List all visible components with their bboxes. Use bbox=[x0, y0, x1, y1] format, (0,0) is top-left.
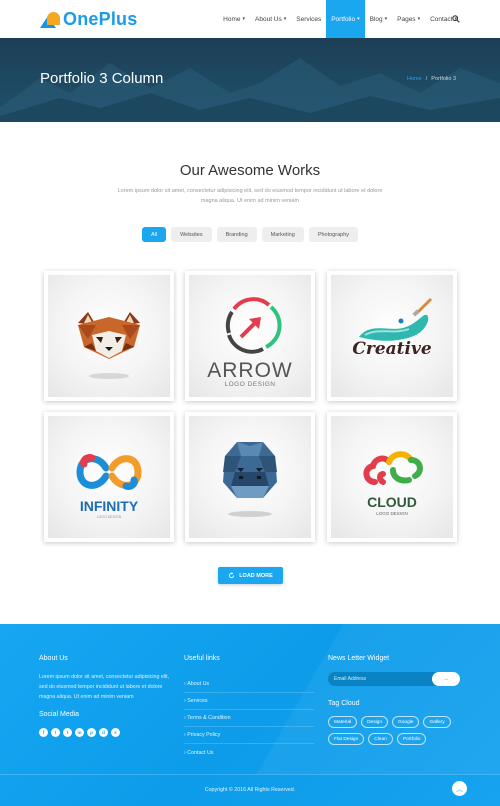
copyright-text: Copyright © 2016 All Rights Reserved. bbox=[204, 787, 296, 793]
nav-item-pages[interactable]: Pages ▾ bbox=[392, 0, 425, 38]
page-banner: Portfolio 3 Column Home / Portfolio 3 bbox=[0, 38, 500, 122]
footer-link-about-us[interactable]: › About Us bbox=[184, 676, 314, 693]
nav-item-blog[interactable]: Blog ▾ bbox=[365, 0, 393, 38]
breadcrumb: Home / Portfolio 3 bbox=[407, 76, 456, 82]
portfolio-item-red-panda[interactable] bbox=[44, 271, 174, 401]
logo[interactable]: OnePlus bbox=[40, 9, 137, 30]
tag-google[interactable]: Google bbox=[392, 716, 420, 728]
footer-about-title: About Us bbox=[39, 655, 68, 662]
search-icon[interactable] bbox=[452, 15, 460, 23]
footer-social-title: Social Media bbox=[39, 711, 80, 718]
footer-link-terms[interactable]: › Terms & Condition bbox=[184, 710, 314, 727]
tag-design[interactable]: Design bbox=[361, 716, 388, 728]
section-description: Lorem ipsum dolor sit amet, consectetur … bbox=[117, 188, 383, 204]
breadcrumb-home-link[interactable]: Home bbox=[407, 76, 422, 82]
portfolio-item-arrow-logo[interactable]: ARROW LOGO DESIGN bbox=[185, 271, 315, 401]
caret-down-icon: ▾ bbox=[242, 16, 246, 22]
breadcrumb-separator: / bbox=[425, 76, 428, 82]
arrow-logo-sub: LOGO DESIGN bbox=[224, 381, 276, 388]
breadcrumb-current: Portfolio 3 bbox=[431, 76, 456, 82]
footer-link-contact[interactable]: › Contact Us bbox=[184, 744, 314, 761]
site-header: OnePlus Home ▾ About Us ▾ Services Portfol… bbox=[0, 0, 500, 38]
portfolio-item-polygon-hippo[interactable] bbox=[185, 412, 315, 542]
tag-clean[interactable]: Clean bbox=[368, 733, 393, 745]
pinterest-icon[interactable]: p bbox=[87, 728, 96, 737]
filter-all[interactable]: All bbox=[141, 227, 167, 242]
footer-link-services[interactable]: › Services bbox=[184, 693, 314, 710]
filter-branding[interactable]: Branding bbox=[216, 227, 257, 242]
footer-link-privacy[interactable]: › Privacy Policy bbox=[184, 727, 314, 744]
infinity-logo-image bbox=[76, 454, 142, 490]
footer-about-text: Lorem ipsum dolor sit amet, consectetur … bbox=[39, 674, 170, 700]
tag-portfolio[interactable]: Portfolio bbox=[396, 733, 427, 745]
portfolio-item-infinity-logo[interactable]: INFINITY LOGO DESIGN bbox=[44, 412, 174, 542]
skype-icon[interactable]: s bbox=[111, 728, 120, 737]
nav-item-home[interactable]: Home ▾ bbox=[218, 0, 250, 38]
footer-links-list: › About Us › Services › Terms & Conditio… bbox=[184, 676, 314, 761]
portfolio-filters: All Websites Branding Marketing Photogra… bbox=[0, 227, 500, 242]
caret-down-icon: ▾ bbox=[384, 16, 388, 22]
main-nav: Home ▾ About Us ▾ Services Portfolio ▾ Blog… bbox=[218, 0, 462, 38]
newsletter-submit-button[interactable]: → bbox=[432, 672, 460, 686]
cloud-logo-image bbox=[363, 451, 423, 485]
caret-down-icon: ▾ bbox=[283, 16, 287, 22]
tag-material[interactable]: Material bbox=[328, 716, 358, 728]
portfolio-item-cloud-logo[interactable]: CLOUD LOGO DESIGN bbox=[327, 412, 457, 542]
section-title: Our Awesome Works bbox=[179, 162, 321, 179]
logo-mark-icon bbox=[40, 11, 60, 28]
infinity-logo-word: INFINITY bbox=[79, 498, 139, 514]
nav-item-services[interactable]: Services bbox=[291, 0, 326, 38]
cloud-logo-word: CLOUD bbox=[367, 494, 417, 510]
footer-divider bbox=[0, 774, 500, 775]
caret-down-icon: ▾ bbox=[417, 16, 421, 22]
footer-newsletter-title: News Letter Widget bbox=[328, 655, 390, 662]
tumblr-icon[interactable]: t bbox=[63, 728, 72, 737]
twitter-icon[interactable]: t bbox=[51, 728, 60, 737]
filter-websites[interactable]: Websites bbox=[171, 227, 212, 242]
dribbble-icon[interactable]: d bbox=[99, 728, 108, 737]
footer-tags-title: Tag Cloud bbox=[328, 700, 360, 707]
red-panda-image bbox=[78, 312, 140, 379]
tag-gallery[interactable]: Gallery bbox=[423, 716, 451, 728]
facebook-icon[interactable]: f bbox=[39, 728, 48, 737]
refresh-icon bbox=[229, 572, 235, 579]
newsletter-email-input[interactable] bbox=[334, 674, 429, 684]
creative-logo-word: Creative bbox=[352, 339, 432, 359]
logo-text: OnePlus bbox=[63, 9, 138, 29]
polygon-hippo-image bbox=[223, 442, 277, 517]
arrow-logo-word: ARROW bbox=[207, 359, 293, 382]
caret-down-icon: ▾ bbox=[357, 16, 360, 22]
nav-item-about-us[interactable]: About Us ▾ bbox=[250, 0, 291, 38]
social-icons: f t t in p d s bbox=[39, 728, 120, 737]
load-more-label: LOAD MORE bbox=[239, 572, 273, 579]
load-more-button[interactable]: LOAD MORE bbox=[218, 567, 283, 584]
portfolio-item-creative-logo[interactable]: Creative bbox=[327, 271, 457, 401]
footer-links-title: Useful links bbox=[184, 655, 220, 662]
linkedin-icon[interactable]: in bbox=[75, 728, 84, 737]
newsletter-form: → bbox=[328, 672, 460, 686]
filter-photography[interactable]: Photography bbox=[308, 227, 359, 242]
tag-flat-design[interactable]: Flat Design bbox=[328, 733, 365, 745]
infinity-logo-sub: LOGO DESIGN bbox=[96, 515, 122, 519]
tag-cloud: Material Design Google Gallery Flat Desi… bbox=[328, 716, 468, 745]
creative-logo-image bbox=[359, 297, 433, 341]
back-to-top-button[interactable]: ︿ bbox=[452, 781, 467, 796]
filter-marketing[interactable]: Marketing bbox=[261, 227, 304, 242]
cloud-logo-sub: LOGO DESIGN bbox=[376, 511, 408, 516]
nav-item-portfolio[interactable]: Portfolio ▾ bbox=[326, 0, 365, 38]
page-title: Portfolio 3 Column bbox=[40, 70, 164, 87]
